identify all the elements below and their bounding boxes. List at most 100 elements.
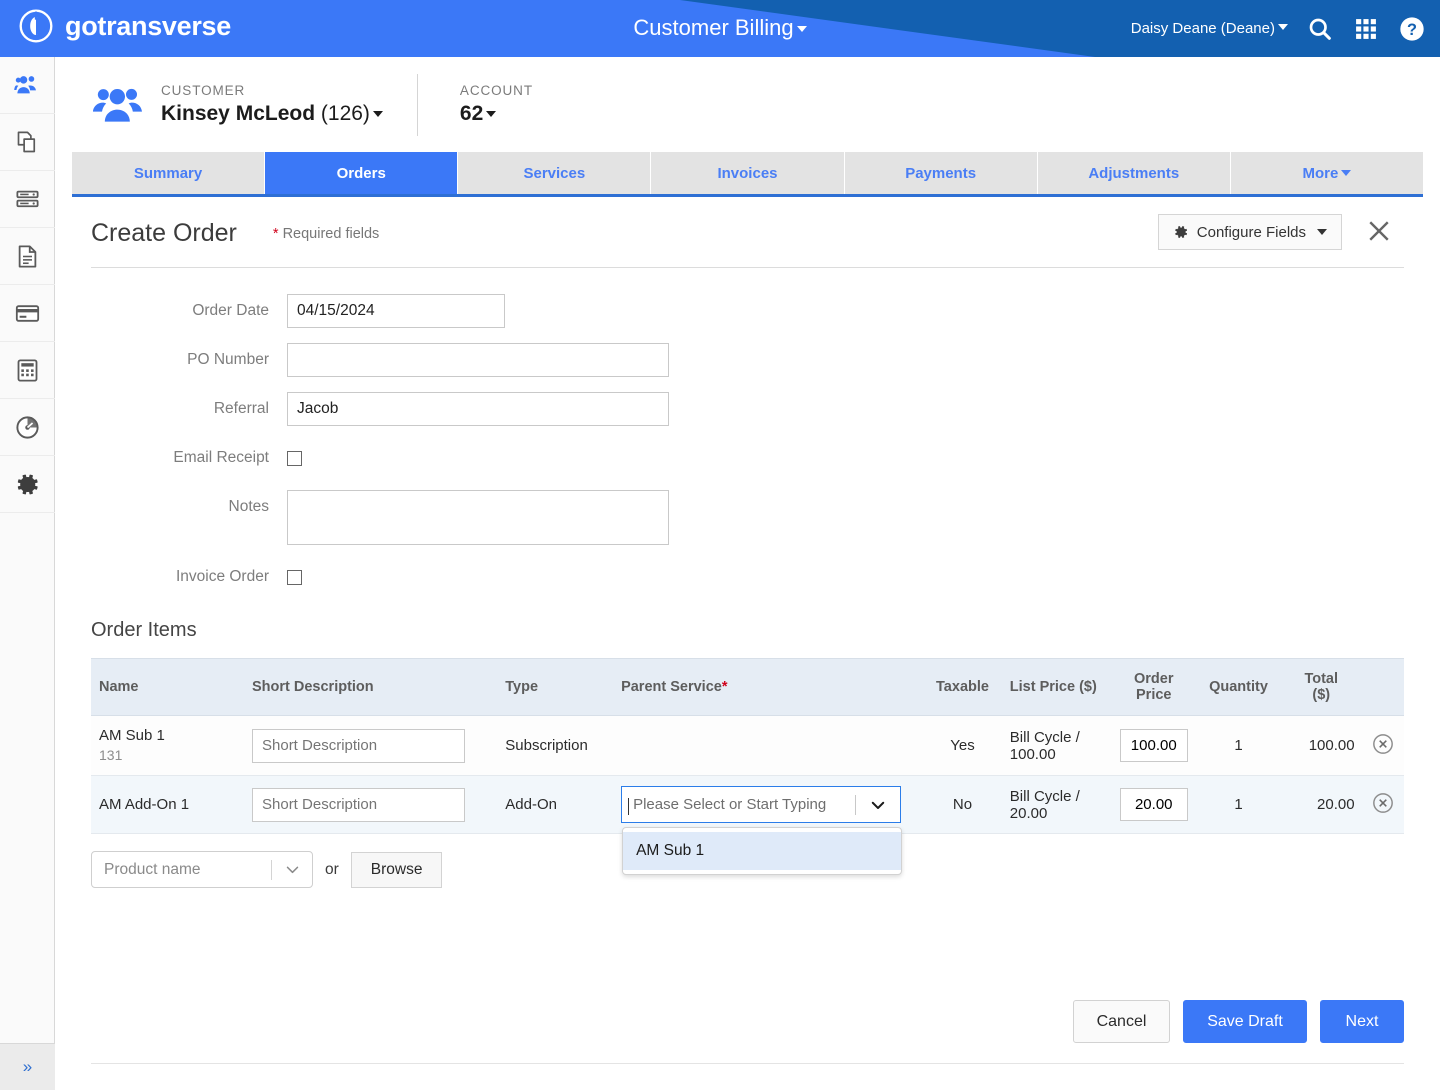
customer-value[interactable]: Kinsey McLeod (126) [161,100,383,127]
order-price-input[interactable] [1119,788,1188,821]
field-row-order-date: Order Date [72,294,1423,328]
notes-textarea[interactable] [287,490,669,545]
header-right-controls: Daisy Deane (Deane) ? [1131,0,1426,57]
caret-down-icon [486,111,497,117]
account-block[interactable]: Account 62 [460,82,533,127]
cancel-button[interactable]: Cancel [1073,1000,1170,1043]
context-divider [416,73,418,136]
short-description-input[interactable] [252,728,465,763]
sidebar-expand-button[interactable]: » [0,1043,55,1090]
chevron-down-icon [286,866,298,874]
cell-total: 20.00 [1279,775,1363,834]
sidebar-item-calculator[interactable] [0,342,55,399]
delete-circle-x-icon[interactable] [1372,792,1394,814]
cell-short-description [244,715,498,776]
sidebar-item-customers[interactable] [0,57,55,114]
caret-down-icon [1278,24,1288,30]
tab-adjustments[interactable]: Adjustments [1037,152,1231,194]
order-form: Order Date PO Number Referral Email Rece… [72,268,1423,594]
parent-service-combobox[interactable]: Please Select or Start Typing AM Sub 1 [621,786,903,875]
browse-button[interactable]: Browse [350,851,443,888]
sidebar-item-settings[interactable] [0,456,55,513]
customer-context-bar: Customer Kinsey McLeod (126) Account 62 [55,57,1440,152]
po-number-input[interactable] [287,343,669,377]
tab-more[interactable]: More [1230,152,1423,194]
tab-invoices[interactable]: Invoices [651,152,845,194]
po-number-label: PO Number [187,351,269,368]
tab-label: More [1302,164,1339,182]
create-order-panel: Create Order * Required fields Configure… [72,200,1423,1078]
document-invoice-icon [18,244,37,268]
caret-down-icon [372,111,383,117]
save-draft-button[interactable]: Save Draft [1183,1000,1307,1043]
order-date-label: Order Date [192,302,269,319]
cell-quantity: 1 [1197,715,1280,776]
order-items-table: Name Short Description Type Parent Servi… [91,658,1404,875]
cell-delete [1362,775,1404,834]
table-row: AM Add-On 1 Add-On Please Select or Star… [91,775,1404,875]
brand-logo-block[interactable]: gotransverse [18,8,231,44]
order-date-input[interactable] [287,294,505,328]
order-price-input[interactable] [1119,729,1188,762]
col-parent-service-label: Parent Service [621,679,722,695]
invoice-order-label: Invoice Order [175,568,269,585]
tab-label: Adjustments [1088,164,1180,182]
field-row-po-number: PO Number [72,343,1423,377]
tab-payments[interactable]: Payments [844,152,1038,194]
sidebar-item-dashboard[interactable] [0,399,55,456]
cell-short-description [244,775,498,834]
tab-label: Summary [133,164,203,182]
dropdown-option[interactable]: AM Sub 1 [623,832,902,870]
customer-block[interactable]: Customer Kinsey McLeod (126) [55,82,383,127]
cell-total: 100.00 [1279,715,1363,776]
col-total-line1: Total [1304,671,1338,687]
next-button[interactable]: Next [1320,1000,1404,1043]
cell-type: Subscription [497,715,614,776]
required-star: * [721,679,728,695]
referral-input[interactable] [287,392,669,426]
tab-services[interactable]: Services [458,152,652,194]
sidebar-item-invoices[interactable] [0,228,55,285]
cell-list-price: Bill Cycle / 20.00 [1001,775,1111,834]
customer-label: Customer [161,83,246,98]
cell-name: AM Sub 1 131 [91,715,244,776]
configure-fields-button[interactable]: Configure Fields [1157,214,1342,250]
col-total-line2: ($) [1312,687,1331,703]
user-menu-label: Daisy Deane (Deane) [1130,20,1275,37]
tab-summary[interactable]: Summary [72,152,266,194]
or-label: or [325,860,339,878]
sidebar-item-products[interactable] [0,114,55,171]
tab-label: Orders [336,164,386,182]
invoice-order-checkbox[interactable] [287,570,302,585]
copy-pages-icon [17,131,36,152]
svg-text:?: ? [1407,20,1417,38]
account-value-wrap[interactable]: 62 [460,100,533,127]
gear-icon [1175,226,1187,238]
item-name: AM Sub 1 [99,727,165,744]
order-items-title: Order Items [91,619,197,641]
tab-orders[interactable]: Orders [265,152,459,194]
customers-people-icon [93,88,142,122]
product-select-arrow[interactable] [272,861,312,878]
help-circle-icon[interactable]: ? [1398,15,1426,43]
search-icon[interactable] [1306,15,1334,43]
cell-parent-service [613,715,924,776]
short-description-input[interactable] [252,787,465,822]
user-menu[interactable]: Daisy Deane (Deane) [1131,20,1288,37]
col-total: Total ($) [1279,658,1363,716]
table-header-row: Name Short Description Type Parent Servi… [91,658,1404,716]
brand-name: gotransverse [65,10,231,41]
apps-grid-icon[interactable] [1352,15,1380,43]
tab-label: Invoices [717,164,778,182]
product-name-select[interactable]: Product name [91,851,313,888]
field-row-invoice-order: Invoice Order [72,560,1423,594]
required-note-text: Required fields [282,225,380,242]
close-x-icon[interactable] [1364,216,1394,246]
app-title-menu[interactable]: Customer Billing [633,15,807,40]
delete-circle-x-icon[interactable] [1372,733,1394,755]
sidebar-item-payments[interactable] [0,285,55,342]
combo-arrow-button[interactable] [856,796,900,814]
col-delete [1362,658,1404,716]
sidebar-item-rates[interactable] [0,171,55,228]
email-receipt-checkbox[interactable] [287,451,302,466]
